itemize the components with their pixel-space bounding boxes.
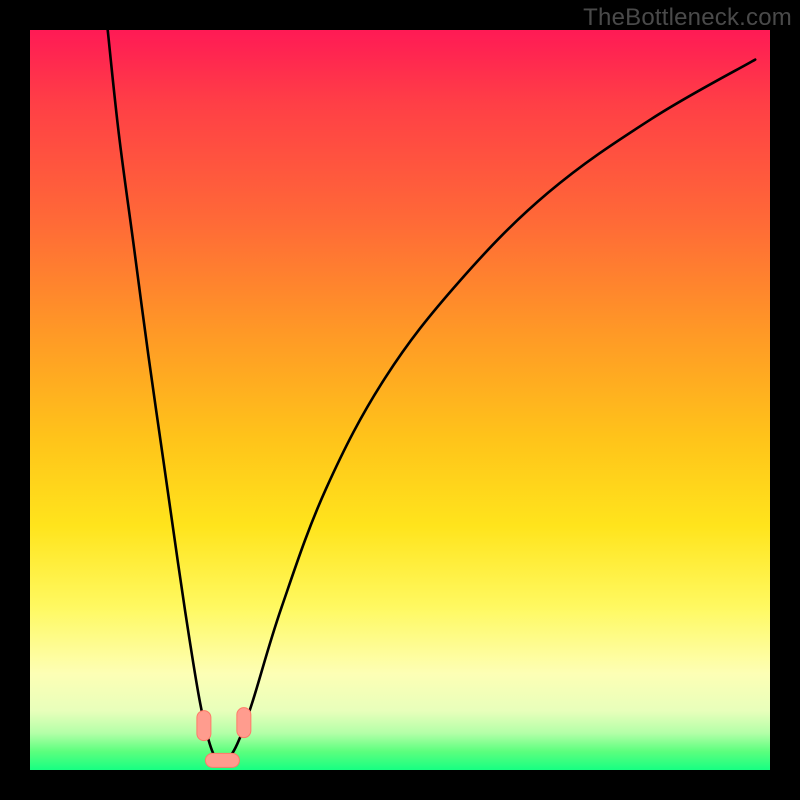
marker-left (197, 711, 211, 741)
marker-right (237, 708, 251, 738)
markers-group (197, 708, 251, 768)
marker-bottom (205, 753, 239, 767)
bottleneck-curve-svg (30, 30, 770, 770)
bottleneck-curve (108, 30, 756, 763)
plot-area (30, 30, 770, 770)
chart-frame: TheBottleneck.com (0, 0, 800, 800)
watermark-text: TheBottleneck.com (583, 4, 792, 32)
